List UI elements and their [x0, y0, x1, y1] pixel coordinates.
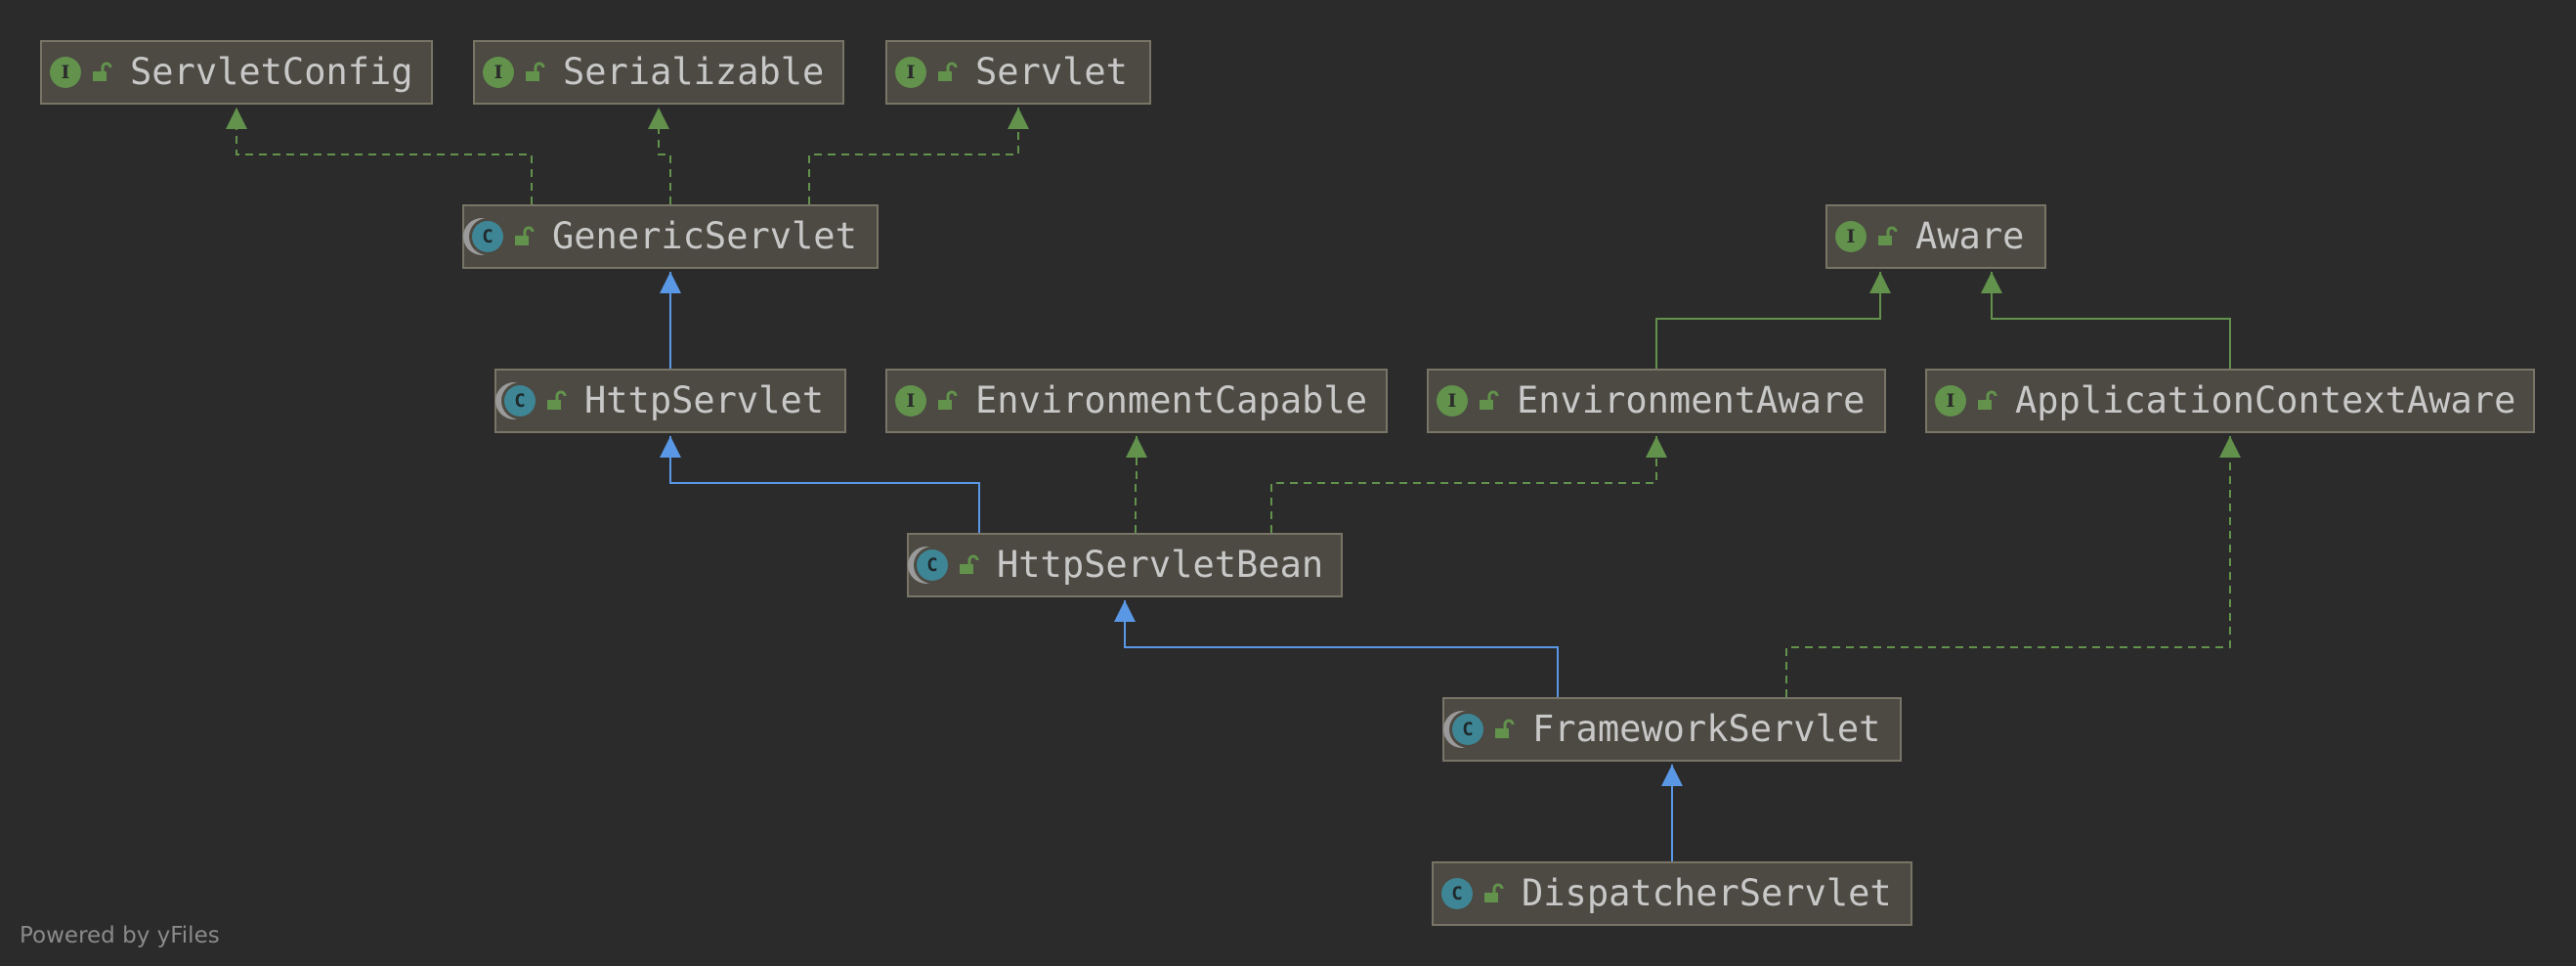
- arrowhead: [1661, 765, 1683, 786]
- arrowhead: [1646, 436, 1667, 458]
- public-lock-icon: [938, 62, 958, 81]
- edge-EnvironmentAware-to-Aware: [1655, 272, 1891, 369]
- class-icon: C: [1441, 878, 1473, 909]
- node-label: EnvironmentAware: [1517, 379, 1866, 421]
- edge-FrameworkServlet-to-HttpServletBean: [1114, 600, 1559, 697]
- node-DispatcherServlet[interactable]: C DispatcherServlet: [1432, 861, 1912, 926]
- public-lock-icon: [526, 62, 545, 81]
- node-GenericServlet[interactable]: C GenericServlet: [462, 204, 879, 269]
- public-lock-icon: [547, 390, 567, 410]
- node-Aware[interactable]: I Aware: [1825, 204, 2046, 269]
- abstract-class-icon: C: [1452, 714, 1483, 745]
- edge-HttpServletBean-to-HttpServlet: [660, 436, 980, 533]
- arrowhead: [648, 108, 669, 129]
- uml-diagram-canvas: I ServletConfig I Serializable I Servlet…: [0, 0, 2576, 966]
- node-label: Aware: [1915, 215, 2025, 257]
- public-lock-icon: [1484, 883, 1504, 902]
- arrowhead: [1869, 272, 1891, 293]
- interface-icon: I: [50, 57, 81, 88]
- public-lock-icon: [1978, 390, 1997, 410]
- arrowhead: [1981, 272, 2002, 293]
- node-label: GenericServlet: [552, 215, 857, 257]
- interface-icon: I: [895, 57, 926, 88]
- node-label: HttpServlet: [584, 379, 825, 421]
- abstract-class-icon: C: [917, 549, 948, 581]
- arrowhead: [660, 436, 681, 458]
- public-lock-icon: [1480, 390, 1499, 410]
- public-lock-icon: [93, 62, 112, 81]
- arrowhead: [660, 272, 681, 293]
- abstract-class-icon: C: [504, 385, 536, 417]
- node-FrameworkServlet[interactable]: C FrameworkServlet: [1442, 697, 1902, 762]
- node-ServletConfig[interactable]: I ServletConfig: [40, 40, 433, 105]
- public-lock-icon: [1878, 226, 1898, 245]
- edge-ApplicationContextAware-to-Aware: [1981, 272, 2231, 369]
- interface-icon: I: [1935, 385, 1966, 417]
- edge-FrameworkServlet-to-ApplicationContextAware: [1785, 436, 2241, 697]
- node-EnvironmentAware[interactable]: I EnvironmentAware: [1427, 369, 1886, 433]
- node-label: Serializable: [563, 51, 825, 93]
- interface-icon: I: [1835, 221, 1867, 252]
- edge-DispatcherServlet-to-FrameworkServlet: [1661, 765, 1683, 861]
- abstract-class-icon: C: [472, 221, 503, 252]
- interface-icon: I: [1437, 385, 1468, 417]
- node-label: FrameworkServlet: [1532, 708, 1881, 750]
- interface-icon: I: [483, 57, 514, 88]
- node-label: ApplicationContextAware: [2015, 379, 2516, 421]
- node-EnvironmentCapable[interactable]: I EnvironmentCapable: [885, 369, 1388, 433]
- edge-HttpServletBean-to-EnvironmentCapable: [1126, 436, 1147, 533]
- public-lock-icon: [938, 390, 958, 410]
- node-label: Servlet: [975, 51, 1128, 93]
- interface-icon: I: [895, 385, 926, 417]
- arrowhead: [226, 108, 247, 129]
- node-Servlet[interactable]: I Servlet: [885, 40, 1151, 105]
- node-ApplicationContextAware[interactable]: I ApplicationContextAware: [1925, 369, 2535, 433]
- node-HttpServletBean[interactable]: C HttpServletBean: [907, 533, 1343, 597]
- edge-HttpServletBean-to-EnvironmentAware: [1270, 436, 1667, 533]
- public-lock-icon: [515, 226, 535, 245]
- node-HttpServlet[interactable]: C HttpServlet: [494, 369, 846, 433]
- public-lock-icon: [960, 554, 979, 574]
- node-label: EnvironmentCapable: [975, 379, 1367, 421]
- edge-layer: [226, 108, 2241, 861]
- edge-GenericServlet-to-Servlet: [808, 108, 1029, 204]
- arrowhead: [1126, 436, 1147, 458]
- node-Serializable[interactable]: I Serializable: [473, 40, 844, 105]
- arrowhead: [1114, 600, 1136, 622]
- arrowhead: [2219, 436, 2241, 458]
- node-label: HttpServletBean: [997, 544, 1324, 586]
- arrowhead: [1008, 108, 1029, 129]
- node-label: DispatcherServlet: [1522, 872, 1892, 914]
- powered-by-footer: Powered by yFiles: [20, 923, 220, 948]
- edge-GenericServlet-to-Serializable: [648, 108, 671, 204]
- public-lock-icon: [1495, 719, 1515, 738]
- edge-HttpServlet-to-GenericServlet: [660, 272, 681, 369]
- edge-GenericServlet-to-ServletConfig: [226, 108, 533, 204]
- node-label: ServletConfig: [130, 51, 413, 93]
